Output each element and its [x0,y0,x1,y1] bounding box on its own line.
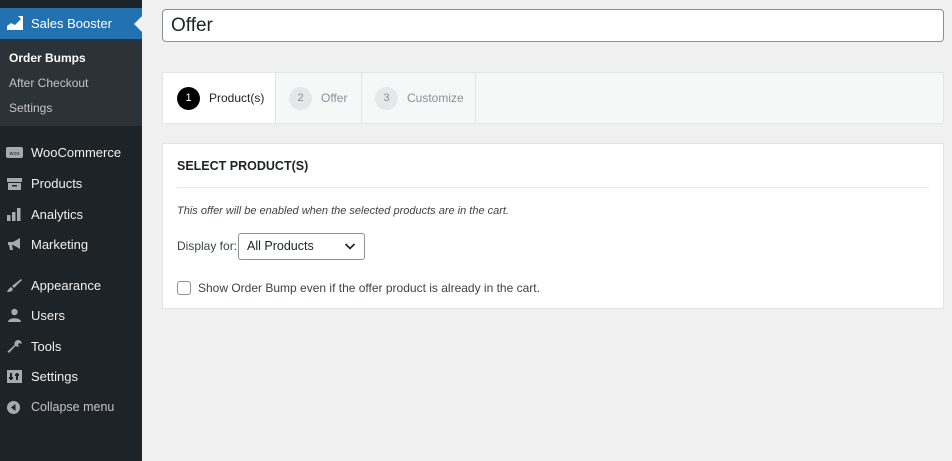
panel-description: This offer will be enabled when the sele… [177,205,510,217]
tab-label: Product(s) [209,91,265,105]
panel-title: SELECT PRODUCT(S) [177,159,309,173]
sidebar-item-woocommerce[interactable]: woo WooCommerce [0,141,142,165]
sidebar-item-sales-booster[interactable]: Sales Booster [0,8,142,39]
sidebar-item-label: Settings [31,369,78,384]
collapse-menu-button[interactable]: Collapse menu [0,396,142,420]
tab-divider [475,73,476,123]
sidebar-item-label: Tools [31,339,62,354]
admin-sidebar: Sales Booster Order Bumps After Checkout… [0,0,142,461]
tab-offer[interactable]: 2 Offer [276,73,361,123]
sidebar-item-label: Analytics [31,207,84,222]
chart-icon [7,16,23,30]
current-menu-arrow [134,16,142,32]
tab-customize[interactable]: 3 Customize [362,73,475,123]
step-number: 1 [177,86,200,110]
sidebar-item-label: Sales Booster [31,16,112,31]
show-order-bump-checkbox[interactable] [177,281,191,295]
tab-products[interactable]: 1 Product(s) [163,73,275,123]
archive-icon [7,178,22,190]
collapse-icon [7,401,20,414]
sidebar-item-appearance[interactable]: Appearance [0,274,142,298]
sidebar-item-users[interactable]: Users [0,304,142,328]
sidebar-item-label: Collapse menu [31,400,115,414]
svg-text:woo: woo [9,151,19,157]
sidebar-item-tools[interactable]: Tools [0,335,142,359]
step-number: 2 [289,86,312,110]
step-tabs: 1 Product(s) 2 Offer 3 Customize [162,72,944,124]
sidebar-item-label: Users [31,308,65,323]
step-number: 3 [375,86,398,110]
sales-booster-submenu: Order Bumps After Checkout Settings [0,39,142,126]
show-order-bump-label[interactable]: Show Order Bump even if the offer produc… [198,281,540,295]
bar-chart-icon [7,208,21,221]
submenu-item-after-checkout[interactable]: After Checkout [9,76,88,90]
submenu-item-settings[interactable]: Settings [9,101,52,115]
select-products-panel: SELECT PRODUCT(S) This offer will be ena… [162,143,944,309]
woo-icon: woo [6,147,23,158]
chevron-down-icon [344,243,356,250]
offer-title-input[interactable] [162,9,944,42]
tab-label: Offer [321,91,348,105]
sidebar-item-label: Appearance [31,278,102,293]
sidebar-item-label: WooCommerce [31,145,122,160]
sidebar-item-marketing[interactable]: Marketing [0,233,142,257]
sidebar-item-label: Products [31,176,83,191]
settings-icon [7,370,22,383]
brush-icon [7,279,22,292]
user-icon [8,308,21,322]
display-for-select[interactable]: All Products [238,233,365,260]
megaphone-icon [8,238,20,250]
wrench-icon [7,340,22,353]
sidebar-item-label: Marketing [31,237,89,252]
sidebar-item-settings[interactable]: Settings [0,365,142,389]
sidebar-item-analytics[interactable]: Analytics [0,203,142,227]
panel-divider [177,187,929,188]
tab-label: Customize [407,91,464,105]
display-for-value: All Products [247,239,314,253]
display-for-label: Display for: [177,239,238,253]
submenu-item-order-bumps[interactable]: Order Bumps [9,51,86,65]
sidebar-item-products[interactable]: Products [0,172,142,196]
